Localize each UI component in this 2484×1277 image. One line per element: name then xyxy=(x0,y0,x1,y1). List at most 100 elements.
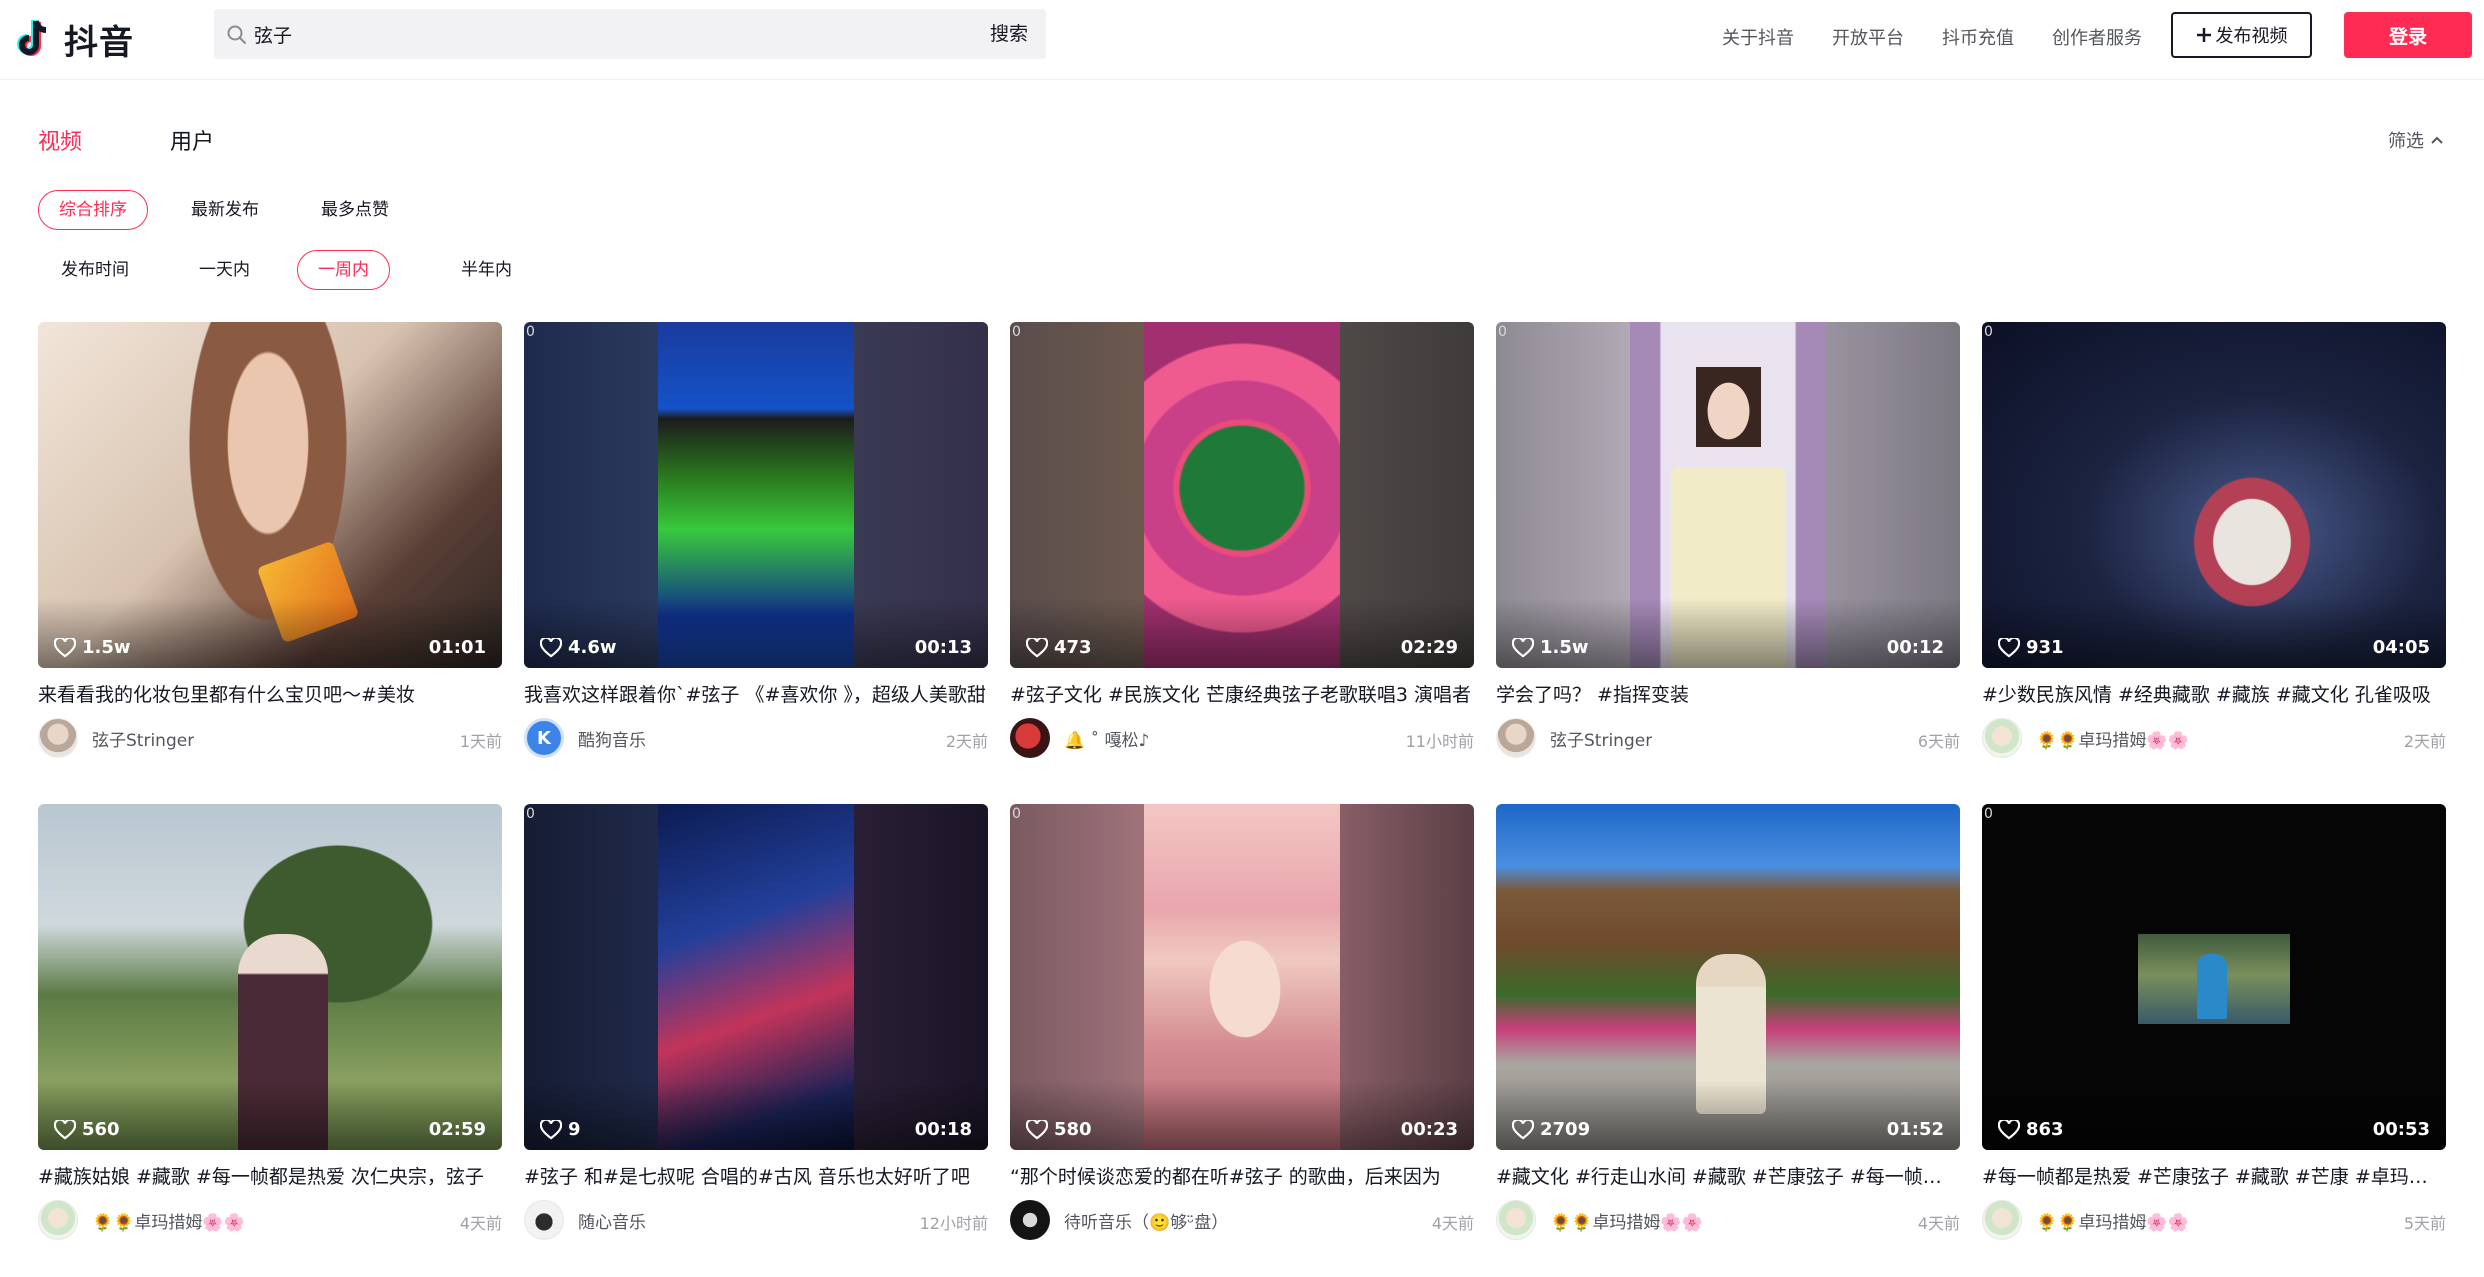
time-half-year[interactable]: 半年内 xyxy=(440,250,533,290)
thumb-index: 0 xyxy=(1012,324,1021,340)
author-name[interactable]: 随心音乐 xyxy=(578,1208,646,1233)
avatar[interactable] xyxy=(38,1200,78,1240)
publish-video-button[interactable]: 发布视频 xyxy=(2171,12,2312,58)
search-button[interactable]: 搜索 xyxy=(990,9,1028,59)
video-thumbnail[interactable]: 0 1.5w 00:12 xyxy=(1496,322,1960,668)
video-thumbnail[interactable]: 560 02:59 xyxy=(38,804,502,1150)
filter-toggle[interactable]: 筛选 xyxy=(2388,127,2444,153)
publish-time: 2天前 xyxy=(945,732,988,751)
video-thumbnail[interactable]: 1.5w 01:01 xyxy=(38,322,502,668)
tab-user[interactable]: 用户 xyxy=(170,124,214,156)
video-card[interactable]: 0 863 00:53 #每一帧都是热爱 #芒康弦子 #藏歌 #芒康 #卓玛央宗… xyxy=(1982,804,2446,1240)
author-name[interactable]: 🌻🌻卓玛措姆🌸🌸 xyxy=(1550,1208,1703,1233)
author-name[interactable]: 🌻🌻卓玛措姆🌸🌸 xyxy=(2036,1208,2189,1233)
video-card[interactable]: 1.5w 01:01 来看看我的化妆包里都有什么宝贝吧～#美妆 弦子String… xyxy=(38,322,502,758)
video-duration: 00:12 xyxy=(1886,637,1944,658)
publish-time: 1天前 xyxy=(459,732,502,751)
nav-recharge[interactable]: 抖币充值 xyxy=(1942,24,2014,50)
video-meta: 待听音乐（🙂够ᵕ̈盘） 4天前 xyxy=(1010,1200,1474,1240)
video-card[interactable]: 2709 01:52 #藏文化 #行走山水间 #藏歌 #芒康弦子 #每一帧都是 … xyxy=(1496,804,1960,1240)
top-header: 抖音 搜索 关于抖音 开放平台 抖币充值 创作者服务 发布视频 登录 xyxy=(0,0,2484,80)
nav-about[interactable]: 关于抖音 xyxy=(1722,24,1794,50)
video-card[interactable]: 0 580 00:23 “那个时候谈恋爱的都在听#弦子 的歌曲，后来因为 待听音… xyxy=(1010,804,1474,1240)
like-count: 931 xyxy=(1998,637,2064,658)
video-thumbnail[interactable]: 0 4.6w 00:13 xyxy=(524,322,988,668)
author-name[interactable]: 🔔 ˚ 嘎松♪ xyxy=(1064,726,1149,751)
time-one-day[interactable]: 一天内 xyxy=(178,250,271,290)
avatar[interactable] xyxy=(1010,1200,1050,1240)
video-duration: 00:23 xyxy=(1400,1119,1458,1140)
video-duration: 00:13 xyxy=(914,637,972,658)
video-card[interactable]: 0 473 02:29 #弦子文化 #民族文化 芒康经典弦子老歌联唱3 演唱者 … xyxy=(1010,322,1474,758)
avatar[interactable] xyxy=(524,1200,564,1240)
video-thumbnail[interactable]: 0 931 04:05 xyxy=(1982,322,2446,668)
like-count: 1.5w xyxy=(54,637,131,658)
video-card[interactable]: 0 9 00:18 #弦子 和#是七叔呢 合唱的#古风 音乐也太好听了吧 随心音… xyxy=(524,804,988,1240)
search-icon xyxy=(227,25,246,44)
video-meta: 弦子Stringer 1天前 xyxy=(38,718,502,758)
nav-creator-service[interactable]: 创作者服务 xyxy=(2052,24,2142,50)
video-thumbnail[interactable]: 0 9 00:18 xyxy=(524,804,988,1150)
author-name[interactable]: 待听音乐（🙂够ᵕ̈盘） xyxy=(1064,1208,1228,1233)
like-count: 560 xyxy=(54,1119,120,1140)
author-name[interactable]: 弦子Stringer xyxy=(1550,726,1652,751)
like-count: 2709 xyxy=(1512,1119,1590,1140)
publish-time: 12小时前 xyxy=(919,1214,988,1233)
avatar[interactable] xyxy=(1982,1200,2022,1240)
heart-icon xyxy=(1026,637,1048,658)
filter-label: 筛选 xyxy=(2388,131,2424,152)
video-duration: 00:53 xyxy=(2372,1119,2430,1140)
video-card[interactable]: 560 02:59 #藏族姑娘 #藏歌 #每一帧都是热爱 次仁央宗，弦子 🌻🌻卓… xyxy=(38,804,502,1240)
thumb-index: 0 xyxy=(1984,806,1993,822)
video-thumbnail[interactable]: 2709 01:52 xyxy=(1496,804,1960,1150)
video-thumbnail[interactable]: 0 580 00:23 xyxy=(1010,804,1474,1150)
avatar[interactable] xyxy=(1982,718,2022,758)
author-name[interactable]: 酷狗音乐 xyxy=(578,726,646,751)
search-input[interactable] xyxy=(252,9,892,59)
video-title[interactable]: #藏文化 #行走山水间 #藏歌 #芒康弦子 #每一帧都是 xyxy=(1496,1162,1960,1188)
video-card[interactable]: 0 4.6w 00:13 我喜欢这样跟着你`#弦子 《#喜欢你 》，超级人美歌甜… xyxy=(524,322,988,758)
video-title[interactable]: #每一帧都是热爱 #芒康弦子 #藏歌 #芒康 #卓玛央宗 xyxy=(1982,1162,2446,1188)
tab-video[interactable]: 视频 xyxy=(38,124,82,156)
nav-open-platform[interactable]: 开放平台 xyxy=(1832,24,1904,50)
video-title[interactable]: 我喜欢这样跟着你`#弦子 《#喜欢你 》，超级人美歌甜 xyxy=(524,680,988,706)
thumb-index: 0 xyxy=(1984,324,1993,340)
sort-most-liked[interactable]: 最多点赞 xyxy=(300,190,410,230)
douyin-logo[interactable]: 抖音 xyxy=(12,14,134,64)
thumb-index: 0 xyxy=(1012,806,1021,822)
video-meta: 🔔 ˚ 嘎松♪ 11小时前 xyxy=(1010,718,1474,758)
video-title[interactable]: #弦子文化 #民族文化 芒康经典弦子老歌联唱3 演唱者 xyxy=(1010,680,1474,706)
avatar[interactable]: K xyxy=(524,718,564,758)
publish-time: 5天前 xyxy=(2403,1214,2446,1233)
avatar[interactable] xyxy=(38,718,78,758)
video-title[interactable]: #少数民族风情 #经典藏歌 #藏族 #藏文化 孔雀吸吸 xyxy=(1982,680,2446,706)
heart-icon xyxy=(1512,1119,1534,1140)
avatar[interactable] xyxy=(1496,1200,1536,1240)
time-one-week[interactable]: 一周内 xyxy=(297,250,390,290)
video-title[interactable]: #弦子 和#是七叔呢 合唱的#古风 音乐也太好听了吧 xyxy=(524,1162,988,1188)
time-label: 发布时间 xyxy=(61,260,129,280)
sort-comprehensive[interactable]: 综合排序 xyxy=(38,190,148,230)
author-name[interactable]: 弦子Stringer xyxy=(92,726,194,751)
video-title[interactable]: 学会了吗？ #指挥变装 xyxy=(1496,680,1960,706)
author-name[interactable]: 🌻🌻卓玛措姆🌸🌸 xyxy=(2036,726,2189,751)
video-thumbnail[interactable]: 0 863 00:53 xyxy=(1982,804,2446,1150)
video-meta: 🌻🌻卓玛措姆🌸🌸 4天前 xyxy=(38,1200,502,1240)
like-count: 580 xyxy=(1026,1119,1092,1140)
video-duration: 04:05 xyxy=(2372,637,2430,658)
avatar[interactable] xyxy=(1010,718,1050,758)
video-card[interactable]: 0 931 04:05 #少数民族风情 #经典藏歌 #藏族 #藏文化 孔雀吸吸 … xyxy=(1982,322,2446,758)
avatar[interactable] xyxy=(1496,718,1536,758)
video-meta: 弦子Stringer 6天前 xyxy=(1496,718,1960,758)
publish-time: 6天前 xyxy=(1917,732,1960,751)
video-card[interactable]: 0 1.5w 00:12 学会了吗？ #指挥变装 弦子Stringer 6天前 xyxy=(1496,322,1960,758)
video-title[interactable]: 来看看我的化妆包里都有什么宝贝吧～#美妆 xyxy=(38,680,502,706)
video-title[interactable]: “那个时候谈恋爱的都在听#弦子 的歌曲，后来因为 xyxy=(1010,1162,1474,1188)
video-title[interactable]: #藏族姑娘 #藏歌 #每一帧都是热爱 次仁央宗，弦子 xyxy=(38,1162,502,1188)
login-button[interactable]: 登录 xyxy=(2344,12,2472,58)
video-thumbnail[interactable]: 0 473 02:29 xyxy=(1010,322,1474,668)
sort-newest[interactable]: 最新发布 xyxy=(170,190,280,230)
author-name[interactable]: 🌻🌻卓玛措姆🌸🌸 xyxy=(92,1208,245,1233)
heart-icon xyxy=(540,1119,562,1140)
publish-time: 4天前 xyxy=(1917,1214,1960,1233)
